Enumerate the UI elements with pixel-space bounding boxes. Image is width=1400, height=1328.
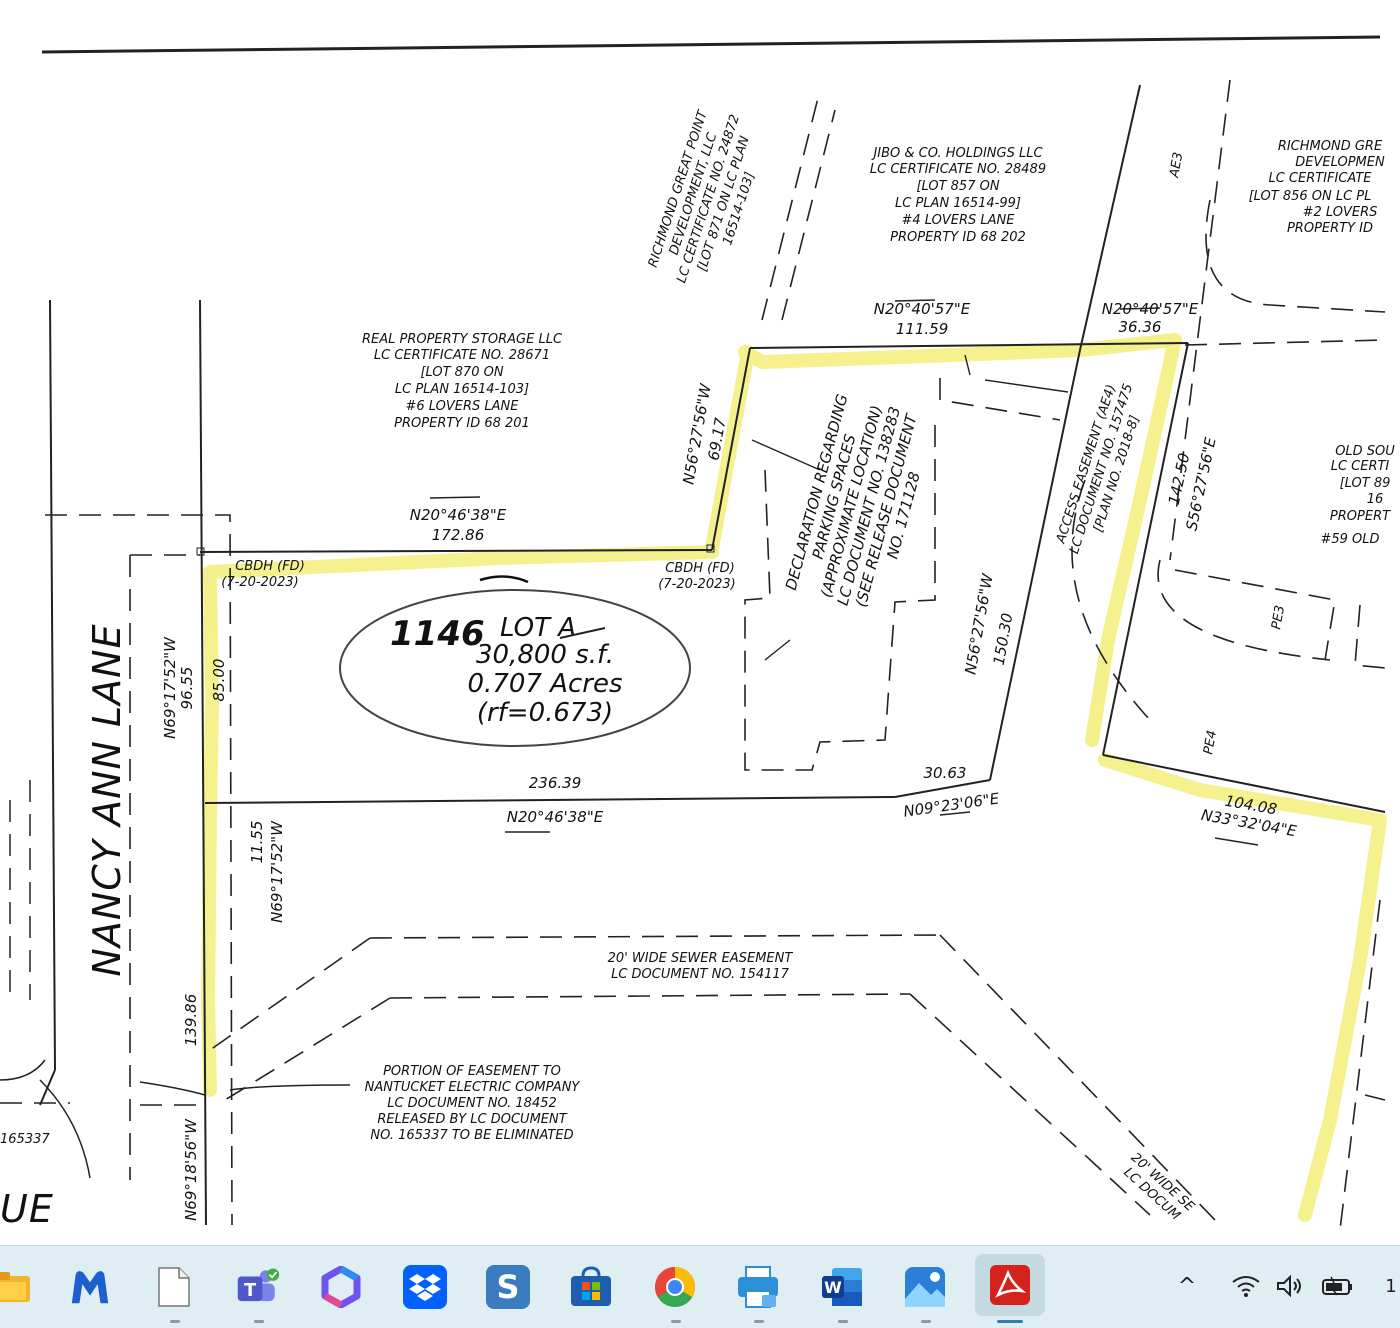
pe4-label: PE4 — [1201, 729, 1220, 756]
pe3-label: PE3 — [1269, 604, 1288, 631]
bearing-bottom: N20°46'38"E — [507, 808, 604, 826]
photos-icon[interactable] — [903, 1265, 947, 1309]
acrobat-icon[interactable] — [975, 1254, 1045, 1316]
printer-app-icon[interactable] — [736, 1265, 780, 1309]
clock-fragment[interactable]: 1 — [1382, 1268, 1400, 1304]
avenue-fragment: UE — [0, 1187, 54, 1231]
owner-old-sou-line5: PROPERT — [1330, 509, 1391, 524]
svg-text:W: W — [824, 1278, 842, 1297]
owner-real-property-line6: PROPERTY ID 68 201 — [394, 416, 530, 431]
owner-old-sou-line2: LC CERTI — [1331, 459, 1390, 474]
copilot-icon[interactable] — [319, 1265, 363, 1309]
electric-easement-line3: LC DOCUMENT NO. 18452 — [387, 1096, 557, 1111]
distance-mid-top: 172.86 — [432, 526, 485, 544]
owner-richmond-right-line5: #2 LOVERS — [1303, 205, 1378, 220]
owner-richmond-right-line2: DEVELOPMEN — [1295, 155, 1385, 170]
battery-icon[interactable] — [1320, 1268, 1356, 1304]
svg-text:T: T — [244, 1281, 256, 1301]
distance-top-mid: 111.59 — [896, 320, 949, 338]
distance-left-low: 11.55 — [248, 821, 266, 864]
show-hidden-icons-chevron[interactable]: ^ — [1170, 1268, 1204, 1304]
cbdh-right-date: (7-20-2023) — [658, 577, 735, 592]
bearing-left-outer: N69°17'52"W — [161, 636, 179, 739]
blank-document-icon[interactable] — [152, 1265, 196, 1309]
blank-document-running-indicator — [170, 1320, 180, 1323]
bearing-right-side: S56°27'56"E — [1182, 435, 1219, 532]
owner-richmond-right-line4: [LOT 856 ON LC PL — [1249, 189, 1372, 204]
owner-richmond-right-line3: LC CERTIFICATE — [1268, 171, 1372, 186]
owner-jibo-line6: PROPERTY ID 68 202 — [890, 230, 1026, 245]
electric-easement-line1: PORTION OF EASEMENT TO — [383, 1064, 561, 1079]
owner-old-sou-line1: OLD SOU — [1335, 444, 1395, 459]
owner-real-property-line5: #6 LOVERS LANE — [406, 399, 520, 414]
microsoft-store-icon[interactable] — [569, 1265, 613, 1309]
distance-left-inner: 85.00 — [210, 659, 228, 702]
acrobat-active-indicator — [997, 1320, 1023, 1323]
distance-top-right: 36.36 — [1119, 318, 1162, 336]
owner-old-sou-line3: [LOT 89 — [1340, 476, 1391, 491]
bearing-top-right: N20°40'57"E — [1102, 300, 1199, 318]
word-icon[interactable]: W — [820, 1265, 864, 1309]
owner-jibo-line3: [LOT 857 ON — [916, 179, 999, 194]
dropbox-icon[interactable] — [403, 1265, 447, 1309]
road-name-nancy-ann-lane: NANCY ANN LANE — [85, 623, 129, 976]
bearing-top-mid: N20°40'57"E — [874, 300, 971, 318]
photos-running-indicator — [921, 1320, 931, 1323]
owner-jibo-line1: JIBO & CO. HOLDINGS LLC — [870, 146, 1043, 161]
teams-icon[interactable]: T — [236, 1265, 280, 1309]
lot-name: LOT A — [500, 613, 576, 643]
file-explorer-icon[interactable] — [0, 1265, 36, 1309]
lot-area-sf: 30,800 s.f. — [476, 640, 614, 670]
distance-left-bottom: 139.86 — [182, 994, 200, 1047]
owner-richmond-right-line1: RICHMOND GRE — [1278, 139, 1383, 154]
owner-jibo-line4: LC PLAN 16514-99] — [895, 196, 1021, 211]
owner-real-property-line3: [LOT 870 ON — [420, 365, 503, 380]
bearing-left-low: N69°17'52"W — [268, 820, 286, 923]
distance-left-outer: 96.55 — [178, 667, 196, 710]
bearing-mid-top: N20°46'38"E — [410, 506, 507, 524]
owner-old-sou-line6: #59 OLD — [1320, 532, 1379, 547]
cbdh-right: CBDH (FD) — [665, 561, 735, 576]
wifi-icon[interactable] — [1230, 1268, 1262, 1304]
distance-inner-diag: 150.30 — [990, 612, 1017, 667]
lot-number: 1146 — [390, 614, 485, 654]
ae3-label: AE3 — [1167, 151, 1186, 180]
word-running-indicator — [838, 1320, 848, 1323]
lot-area-acres: 0.707 Acres — [467, 669, 622, 699]
owner-richmond-right-line6: PROPERTY ID — [1287, 221, 1373, 236]
printer-app-running-indicator — [754, 1320, 764, 1323]
distance-short: 30.63 — [924, 764, 967, 782]
distance-bottom: 236.39 — [529, 774, 582, 792]
sewer-easement-line1: 20' WIDE SEWER EASEMENT — [608, 951, 794, 966]
cbdh-left-date: (7-20-2023) — [221, 575, 298, 590]
malwarebytes-icon[interactable] — [68, 1265, 112, 1309]
teams-running-indicator — [254, 1320, 264, 1323]
owner-jibo-line5: #4 LOVERS LANE — [902, 213, 1016, 228]
chrome-running-indicator — [671, 1320, 681, 1323]
owner-real-property-line2: LC CERTIFICATE NO. 28671 — [374, 348, 550, 363]
owner-real-property-line1: REAL PROPERTY STORAGE LLC — [362, 332, 563, 347]
owner-old-sou-line4: 16 — [1367, 492, 1384, 507]
bearing-left-bottom: N69°18'56"W — [182, 1118, 200, 1221]
sewer-easement-line2: LC DOCUMENT NO. 154117 — [611, 967, 790, 982]
electric-easement-line2: NANTUCKET ELECTRIC COMPANY — [365, 1080, 581, 1095]
owner-real-property-line4: LC PLAN 16514-103] — [395, 382, 529, 397]
chrome-icon[interactable] — [653, 1265, 697, 1309]
electric-easement-line4: RELEASED BY LC DOCUMENT — [377, 1112, 567, 1127]
s-app-icon[interactable]: S — [486, 1265, 530, 1309]
owner-jibo-line2: LC CERTIFICATE NO. 28489 — [870, 162, 1046, 177]
doc-fragment: 165337 — [0, 1132, 50, 1147]
volume-icon[interactable] — [1274, 1268, 1306, 1304]
lot-rf: (rf=0.673) — [477, 698, 613, 728]
electric-easement-line5: NO. 165337 TO BE ELIMINATED — [370, 1128, 573, 1143]
cbdh-left: CBDH (FD) — [235, 559, 305, 574]
survey-plan-drawing: RICHMOND GRE DEVELOPMEN LC CERTIFICATE [… — [0, 35, 1395, 1231]
windows-taskbar: T S W ^ 1 — [0, 1245, 1400, 1328]
